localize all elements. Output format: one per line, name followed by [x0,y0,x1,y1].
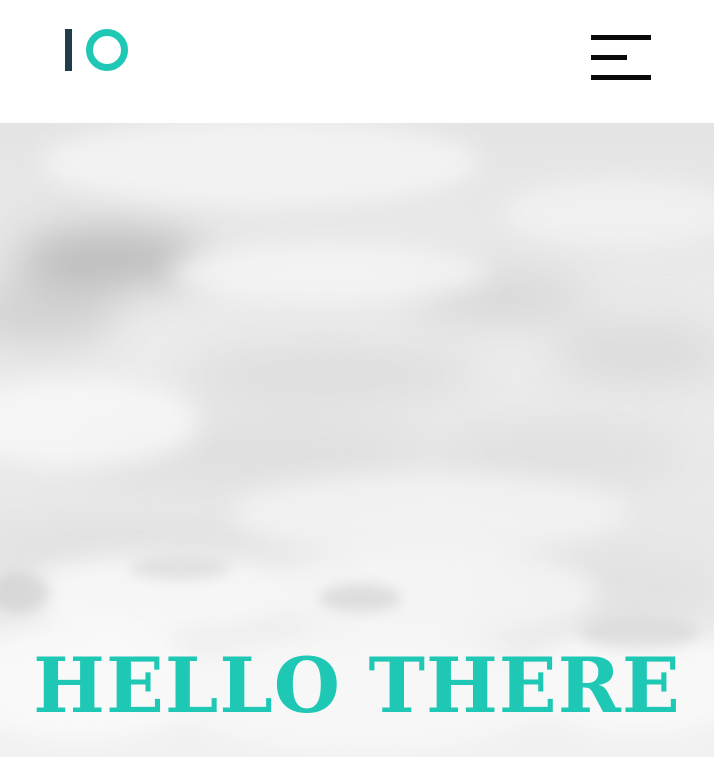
logo-bar [65,29,72,71]
hero-section: HELLO THERE [0,123,714,757]
io-logo-icon[interactable] [64,26,130,72]
hamburger-menu-button[interactable] [590,34,652,84]
hero-title: HELLO THERE [33,641,681,730]
menu-line-middle [591,55,627,60]
menu-line-top [591,35,651,40]
menu-line-bottom [591,75,651,80]
site-header [0,0,714,123]
page: HELLO THERE [0,0,714,757]
logo-ring [86,29,128,71]
